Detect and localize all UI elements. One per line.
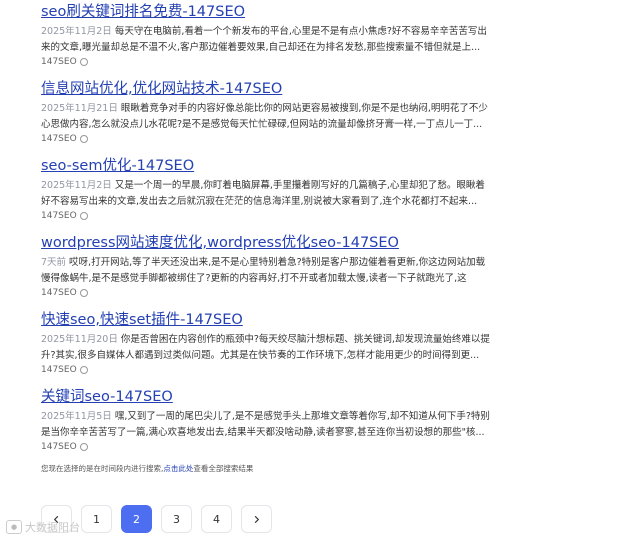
- watermark-text: 大数据阳台: [25, 521, 80, 534]
- next-page-button[interactable]: [241, 505, 272, 533]
- result-title-link[interactable]: 快速seo,快速set插件-147SEO: [41, 310, 491, 330]
- result-item: 关键词seo-147SEO 2025年11月5日 嘿,又到了一周的尾巴尖儿了,是不…: [41, 387, 491, 464]
- result-source[interactable]: 147SEO: [41, 288, 491, 298]
- result-item: seo-sem优化-147SEO 2025年11月2日 又是一个周一的早晨,你盯着…: [41, 156, 491, 233]
- source-icon: [79, 366, 88, 374]
- result-snippet: 2025年11月5日 嘿,又到了一周的尾巴尖儿了,是不是感觉手头上那堆文章等着你写…: [41, 409, 491, 441]
- result-snippet-text: 哎呀,打开网站,等了半天还没出来,是不是心里特别着急?特别是客户那边催着看更新,…: [41, 257, 486, 284]
- result-snippet: 2025年11月20日 你是否曾困在内容创作的瓶颈中?每天绞尽脑汁想标题、挑关键词…: [41, 332, 491, 364]
- result-source-label: 147SEO: [41, 57, 77, 67]
- result-source[interactable]: 147SEO: [41, 211, 491, 221]
- source-icon: [79, 212, 88, 220]
- result-source-label: 147SEO: [41, 134, 77, 144]
- result-source[interactable]: 147SEO: [41, 57, 491, 67]
- result-snippet: 7天前 哎呀,打开网站,等了半天还没出来,是不是心里特别着急?特别是客户那边催着看…: [41, 255, 491, 287]
- result-source-label: 147SEO: [41, 211, 77, 221]
- result-title-link[interactable]: 信息网站优化,优化网站技术-147SEO: [41, 79, 491, 99]
- source-icon: [79, 58, 88, 66]
- result-source-label: 147SEO: [41, 365, 77, 375]
- result-title-link[interactable]: seo-sem优化-147SEO: [41, 156, 491, 176]
- result-source-label: 147SEO: [41, 442, 77, 452]
- result-item: 信息网站优化,优化网站技术-147SEO 2025年11月21日 眼瞅着竞争对手的…: [41, 79, 491, 156]
- source-icon: [79, 443, 88, 451]
- source-icon: [79, 135, 88, 143]
- page-4-button[interactable]: 4: [201, 505, 232, 533]
- result-item: seo刷关键词排名免费-147SEO 2025年11月2日 每天守在电脑前,看着一…: [41, 2, 491, 79]
- result-snippet: 2025年11月2日 又是一个周一的早晨,你盯着电脑屏幕,手里攥着刚写好的几篇稿子…: [41, 178, 491, 210]
- note-suffix: 查看全部搜索结果: [193, 464, 254, 473]
- result-date: 2025年11月2日: [41, 26, 112, 37]
- page-2-button[interactable]: 2: [121, 505, 152, 533]
- result-item: wordpress网站速度优化,wordpress优化seo-147SEO 7天…: [41, 233, 491, 310]
- result-date: 7天前: [41, 257, 67, 268]
- result-snippet: 2025年11月21日 眼瞅着竞争对手的内容好像总能比你的网站更容易被搜到,你是不…: [41, 101, 491, 133]
- show-all-results-link[interactable]: 点击此处: [163, 464, 193, 473]
- result-source[interactable]: 147SEO: [41, 442, 491, 452]
- page-1-button[interactable]: 1: [81, 505, 112, 533]
- result-item: 快速seo,快速set插件-147SEO 2025年11月20日 你是否曾困在内容…: [41, 310, 491, 387]
- chevron-right-icon: [254, 515, 260, 523]
- result-date: 2025年11月21日: [41, 103, 118, 114]
- time-filter-note: 您现在选择的是在时间段内进行搜索,点击此处查看全部搜索结果: [41, 463, 253, 474]
- result-title-link[interactable]: 关键词seo-147SEO: [41, 387, 491, 407]
- result-title-link[interactable]: seo刷关键词排名免费-147SEO: [41, 2, 491, 22]
- source-icon: [79, 289, 88, 297]
- result-source[interactable]: 147SEO: [41, 134, 491, 144]
- search-results: seo刷关键词排名免费-147SEO 2025年11月2日 每天守在电脑前,看着一…: [41, 0, 491, 464]
- result-date: 2025年11月20日: [41, 334, 118, 345]
- result-date: 2025年11月5日: [41, 411, 112, 422]
- result-snippet: 2025年11月2日 每天守在电脑前,看着一个个新发布的平台,心里是不是有点小焦虑…: [41, 24, 491, 56]
- note-prefix: 您现在选择的是在时间段内进行搜索,: [41, 464, 164, 473]
- watermark: ● 大数据阳台: [6, 519, 80, 535]
- result-title-link[interactable]: wordpress网站速度优化,wordpress优化seo-147SEO: [41, 233, 491, 253]
- watermark-logo-icon: ●: [6, 520, 22, 534]
- result-source-label: 147SEO: [41, 288, 77, 298]
- result-date: 2025年11月2日: [41, 180, 112, 191]
- page-3-button[interactable]: 3: [161, 505, 192, 533]
- result-source[interactable]: 147SEO: [41, 365, 491, 375]
